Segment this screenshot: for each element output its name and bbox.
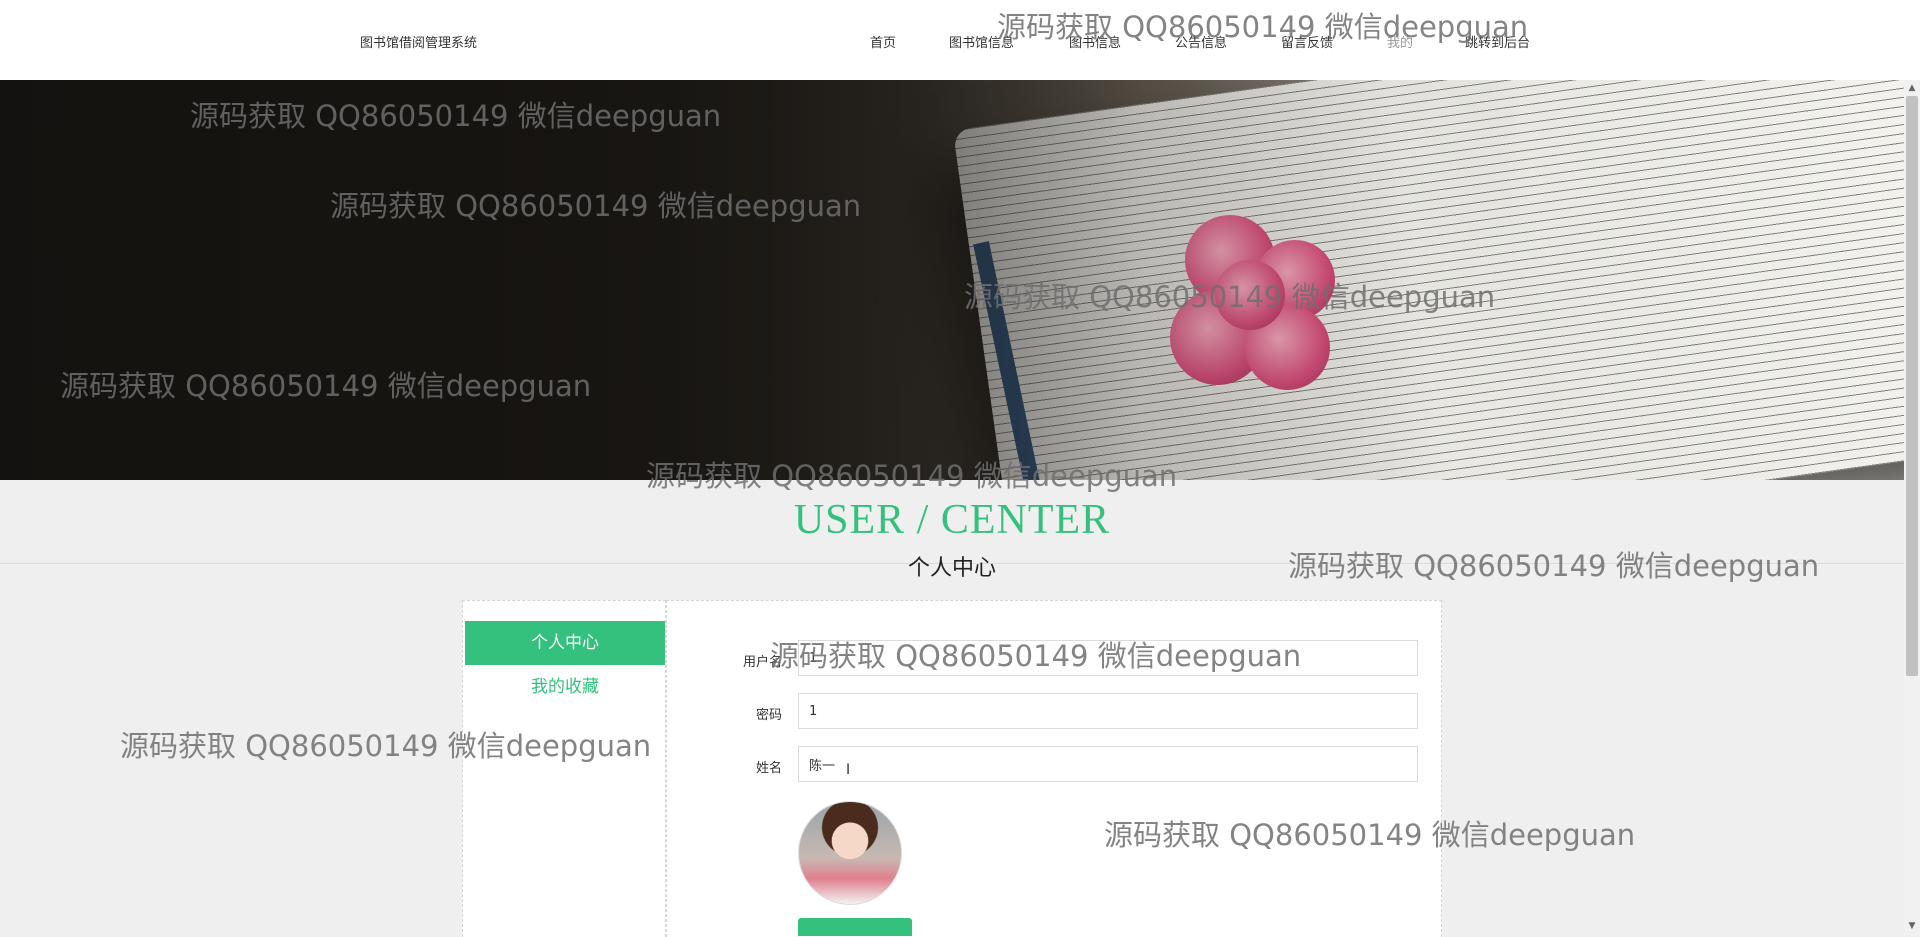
sidebar-item-favorites[interactable]: 我的收藏	[465, 665, 665, 709]
sidebar-item-profile[interactable]: 个人中心	[465, 621, 665, 665]
name-label: 姓名	[755, 761, 782, 776]
nav-backend[interactable]: 跳转到后台	[1465, 32, 1530, 51]
username-input[interactable]	[798, 640, 1418, 676]
username-label: 用户名	[742, 655, 782, 670]
save-button[interactable]	[798, 918, 912, 936]
nav-announcements[interactable]: 公告信息	[1175, 32, 1227, 51]
section-title-en: USER / CENTER	[793, 497, 1111, 543]
nav-home[interactable]: 首页	[870, 32, 896, 51]
user-sidebar: 个人中心 我的收藏	[462, 600, 666, 937]
scrollbar-thumb[interactable]	[1906, 96, 1918, 676]
nav-book-info[interactable]: 图书信息	[1069, 32, 1121, 51]
password-input[interactable]	[798, 693, 1418, 729]
hero-banner	[0, 80, 1904, 480]
banner-shade	[0, 80, 1904, 480]
nav-library-info[interactable]: 图书馆信息	[949, 32, 1014, 51]
text-cursor-icon: I	[846, 762, 851, 778]
section-title-cn: 个人中心	[907, 556, 996, 581]
password-label: 密码	[755, 708, 782, 723]
nav-feedback[interactable]: 留言反馈	[1281, 32, 1333, 51]
site-title: 图书馆借阅管理系统	[360, 36, 478, 51]
name-input[interactable]	[798, 746, 1418, 782]
nav-mine[interactable]: 我的	[1387, 32, 1413, 51]
scroll-up-icon[interactable]: ▲	[1906, 82, 1918, 94]
avatar[interactable]	[798, 801, 902, 905]
scroll-down-icon[interactable]: ▼	[1906, 920, 1918, 932]
